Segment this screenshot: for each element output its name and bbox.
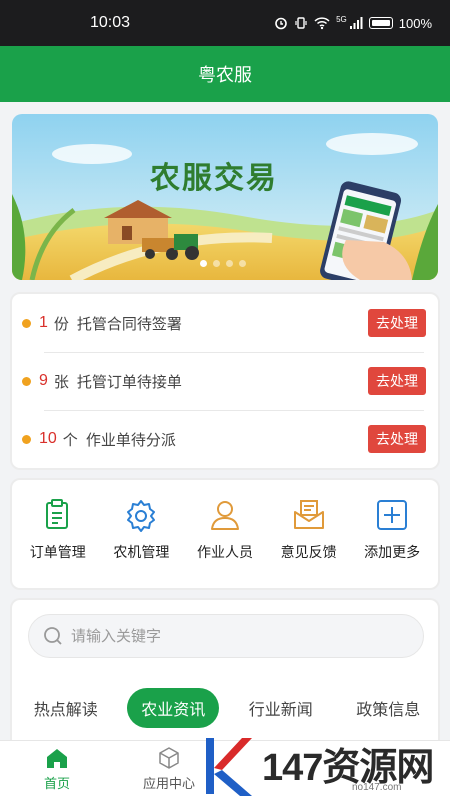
watermark-url: no147.com <box>352 782 402 793</box>
promo-banner[interactable]: 农服交易 <box>12 114 438 280</box>
carousel-dot[interactable] <box>200 260 207 267</box>
tab-hot-topics[interactable]: 热点解读 <box>20 688 112 728</box>
carousel-dot[interactable] <box>239 260 246 267</box>
wifi-icon <box>314 17 330 30</box>
menu-item-feedback[interactable]: 意见反馈 <box>268 480 350 562</box>
banner-illustration <box>12 114 438 280</box>
battery-icon <box>368 17 393 29</box>
tab-industry-news[interactable]: 行业新闻 <box>235 688 327 728</box>
tab-policy-info[interactable]: 政策信息 <box>342 688 434 728</box>
news-tabs: 热点解读 农业资讯 行业新闻 政策信息 <box>12 688 442 728</box>
carousel-dot[interactable] <box>226 260 233 267</box>
cube-icon <box>159 747 179 769</box>
menu-item-machinery[interactable]: 农机管理 <box>100 480 182 562</box>
menu-label: 添加更多 <box>364 545 421 561</box>
app-header: 粤农服 <box>0 46 450 102</box>
home-icon <box>47 749 67 768</box>
watermark-logo <box>206 738 252 796</box>
tab-agri-news[interactable]: 农业资讯 <box>127 688 220 728</box>
network-label: 5G <box>336 14 347 24</box>
status-icons: 5G 100% <box>274 14 432 31</box>
signal-icon <box>349 17 363 29</box>
quick-menu: 订单管理 农机管理 作业人员 意见反馈 添加更多 <box>10 478 440 590</box>
process-button[interactable]: 去处理 <box>368 425 426 453</box>
todo-unit: 个 <box>62 430 78 449</box>
carousel-dots[interactable] <box>200 260 246 267</box>
todo-count: 10 <box>39 430 57 447</box>
menu-label: 作业人员 <box>196 545 253 561</box>
nav-home[interactable]: 首页 <box>12 747 102 792</box>
banner-title-text: 农服交易 <box>150 161 278 196</box>
status-bar: 10:03 5G 100% <box>0 0 450 46</box>
todo-count: 1 <box>39 314 48 331</box>
status-dot <box>22 434 31 444</box>
mail-icon <box>293 500 324 529</box>
todo-count: 9 <box>39 372 48 389</box>
todo-row: 9 张 托管订单待接单 去处理 <box>22 352 428 410</box>
todo-unit: 张 <box>53 372 69 391</box>
alarm-icon <box>275 17 287 30</box>
status-time: 10:03 <box>90 14 131 31</box>
person-icon <box>210 501 239 530</box>
battery-level: 100% <box>398 15 432 31</box>
search-bar[interactable] <box>28 614 424 658</box>
status-dot <box>22 376 31 386</box>
gear-icon <box>127 500 156 532</box>
process-button[interactable]: 去处理 <box>368 367 426 395</box>
menu-item-orders[interactable]: 订单管理 <box>17 480 99 562</box>
plus-square-icon <box>377 500 408 530</box>
nav-label: 首页 <box>43 777 70 792</box>
todo-text: 托管订单待接单 <box>76 372 182 391</box>
menu-label: 意见反馈 <box>280 545 337 561</box>
todo-row: 1 份 托管合同待签署 去处理 <box>22 294 428 352</box>
carousel-dot[interactable] <box>213 260 220 267</box>
todo-unit: 份 <box>53 314 69 333</box>
watermark: 147资源网 no147.com <box>200 732 450 800</box>
todo-text: 托管合同待签署 <box>76 314 182 333</box>
menu-item-add-more[interactable]: 添加更多 <box>351 480 433 562</box>
vibrate-icon <box>295 17 307 29</box>
watermark-text: 147资源网 <box>262 747 434 789</box>
clipboard-icon <box>45 499 68 529</box>
search-input[interactable] <box>71 627 391 645</box>
page-title: 粤农服 <box>198 65 252 86</box>
status-dot <box>22 318 31 328</box>
todo-text: 作业单待分派 <box>85 430 176 449</box>
menu-item-workers[interactable]: 作业人员 <box>184 480 266 562</box>
todo-row: 10 个 作业单待分派 去处理 <box>22 410 428 468</box>
process-button[interactable]: 去处理 <box>368 309 426 337</box>
todo-card: 1 份 托管合同待签署 去处理 9 张 托管订单待接单 去处理 10 个 作业单… <box>10 292 440 470</box>
menu-label: 农机管理 <box>113 545 170 561</box>
search-icon <box>44 627 62 645</box>
menu-label: 订单管理 <box>29 545 86 561</box>
nav-label: 应用中心 <box>142 777 195 792</box>
